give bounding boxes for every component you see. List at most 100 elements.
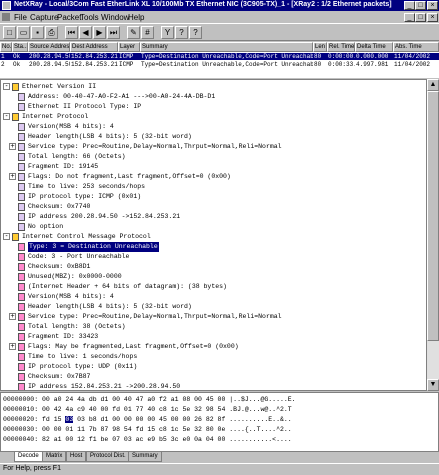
tab-summary[interactable]: Summary: [128, 452, 162, 462]
first-packet-icon[interactable]: ⏮: [65, 26, 78, 39]
tree-node[interactable]: + Flags: May be fragmented,Last fragment,…: [1, 342, 426, 352]
scroll-up-icon[interactable]: ▲: [427, 79, 439, 91]
collapse-icon[interactable]: -: [3, 233, 10, 240]
collapse-icon[interactable]: -: [3, 83, 10, 90]
tree-node[interactable]: IP protocol type: UDP (0x11): [1, 362, 426, 372]
hex-offset: 00000020:: [3, 416, 39, 423]
status-bar: For Help, press F1: [0, 463, 439, 475]
print-icon[interactable]: ⎙: [45, 26, 58, 39]
tree-node[interactable]: No option: [1, 222, 426, 232]
tree-node[interactable]: Type: 3 = Destination Unreachable: [1, 242, 426, 252]
packet-list-header: No. Sta... Source Address Dest Address Layer…: [0, 42, 439, 52]
tree-node[interactable]: Total length: 38 (Octets): [1, 322, 426, 332]
column-header[interactable]: Source Address: [28, 42, 70, 52]
maximize-button[interactable]: □: [415, 1, 426, 10]
tree-node-label: IP address 152.84.253.21 ->200.28.94.50: [28, 383, 181, 390]
column-header[interactable]: Abs. Time: [393, 42, 439, 52]
expand-icon[interactable]: +: [9, 313, 16, 320]
tree-node[interactable]: Header length(LSB 4 bits): 5 (32-bit wor…: [1, 302, 426, 312]
tree-node[interactable]: - Internet Control Message Protocol: [1, 232, 426, 242]
save-icon[interactable]: ▪: [31, 26, 44, 39]
tree-node[interactable]: Header length(LSB 4 bits): 5 (32-bit wor…: [1, 132, 426, 142]
tree-node[interactable]: + Service type: Prec=Routine,Delay=Normal…: [1, 312, 426, 322]
tree-node[interactable]: - Internet Protocol: [1, 112, 426, 122]
tree-node[interactable]: Code: 3 - Port Unreachable: [1, 252, 426, 262]
child-minimize-button[interactable]: _: [404, 13, 415, 22]
menu-capture[interactable]: Capture: [30, 13, 58, 22]
decode-scrollbar[interactable]: ▲ ▼: [427, 79, 439, 391]
document-icon[interactable]: [2, 13, 10, 21]
packet-row[interactable]: 2 Ok 200.28.94.50 152.84.253.21 ICMP Type=Des…: [0, 61, 439, 68]
new-icon[interactable]: □: [3, 26, 16, 39]
tree-node[interactable]: Checksum: 0x7B87: [1, 372, 426, 382]
menu-tools[interactable]: Tools: [80, 13, 99, 22]
column-header[interactable]: No.: [0, 42, 12, 52]
find-icon[interactable]: ?: [175, 26, 188, 39]
menu-help[interactable]: Help: [128, 13, 144, 22]
tree-node-label: Service type: Prec=Routine,Delay=Normal,…: [28, 143, 282, 150]
tree-node[interactable]: Fragment ID: 19145: [1, 162, 426, 172]
tree-node[interactable]: Checksum: 0x7740: [1, 202, 426, 212]
expand-icon[interactable]: +: [9, 143, 16, 150]
tree-node[interactable]: IP address 200.28.94.50 ->152.84.253.21: [1, 212, 426, 222]
column-header[interactable]: Delta Time: [355, 42, 393, 52]
tree-node[interactable]: IP address 152.84.253.21 ->200.28.94.50: [1, 382, 426, 390]
child-close-button[interactable]: ×: [427, 13, 438, 22]
column-header[interactable]: Summary: [140, 42, 313, 52]
tree-node[interactable]: Time to live: 1 seconds/hops: [1, 352, 426, 362]
next-packet-icon[interactable]: ▶: [93, 26, 106, 39]
tree-node[interactable]: Unused(MBZ): 0x0000-0000: [1, 272, 426, 282]
decode-tree[interactable]: - Ethernet Version II Address: 00-40-47-A0…: [0, 79, 427, 391]
tree-node[interactable]: Time to live: 253 seconds/hops: [1, 182, 426, 192]
tree-node[interactable]: Fragment ID: 33423: [1, 332, 426, 342]
packet-list[interactable]: No. Sta... Source Address Dest Address Layer…: [0, 42, 439, 78]
filter-icon[interactable]: Y: [161, 26, 174, 39]
tab-matrix[interactable]: Matrix: [42, 452, 67, 462]
scroll-down-icon[interactable]: ▼: [427, 379, 439, 391]
tree-node-label: Service type: Prec=Routine,Delay=Normal,…: [28, 313, 282, 320]
open-icon[interactable]: ▭: [17, 26, 30, 39]
hex-icon[interactable]: #: [141, 26, 154, 39]
tree-node[interactable]: Ethernet II Protocol Type: IP: [1, 102, 426, 112]
tree-node[interactable]: + Flags: Do not fragment,Last fragment,Of…: [1, 172, 426, 182]
child-restore-button[interactable]: □: [415, 13, 426, 22]
hex-bytes: 00 a0 24 4a db d1 00 40 47 a0 f2 a1 08 0…: [42, 396, 226, 403]
tab-decode[interactable]: Decode: [14, 452, 43, 462]
tree-node[interactable]: - Ethernet Version II: [1, 82, 426, 92]
scroll-thumb[interactable]: [427, 91, 439, 341]
menu-file[interactable]: File: [14, 13, 27, 22]
column-header[interactable]: Layer: [118, 42, 140, 52]
packet-cell-rel: 0:00:33.4: [328, 61, 355, 68]
hex-bytes: 00 00 01 11 7b 87 98 54 fd 15 c8 1c 5e 3…: [42, 426, 226, 433]
tree-node[interactable]: Version(MSB 4 bits): 4: [1, 122, 426, 132]
last-packet-icon[interactable]: ⏭: [107, 26, 120, 39]
tree-node[interactable]: + Service type: Prec=Routine,Delay=Normal…: [1, 142, 426, 152]
tab-protocol-dist[interactable]: Protocol Dist.: [86, 452, 130, 462]
app-icon[interactable]: [2, 1, 11, 10]
decode-icon[interactable]: ✎: [127, 26, 140, 39]
column-header[interactable]: Rel. Time: [327, 42, 355, 52]
tree-node[interactable]: Version(MSB 4 bits): 4: [1, 292, 426, 302]
tree-node[interactable]: Total length: 66 (Octets): [1, 152, 426, 162]
hex-row: 00000040: 82 a1 00 12 f1 be 07 03 ac e9 …: [3, 435, 292, 444]
expand-icon[interactable]: +: [9, 173, 16, 180]
minimize-button[interactable]: _: [404, 1, 415, 10]
close-button[interactable]: ×: [427, 1, 438, 10]
tab-host[interactable]: Host: [66, 452, 87, 462]
help-icon[interactable]: ?: [189, 26, 202, 39]
packet-row[interactable]: 1 Ok 200.28.94.50 152.84.253.21 ICMP Type=Des…: [0, 53, 439, 60]
menu-packet[interactable]: Packet: [57, 13, 81, 22]
tree-node[interactable]: (Internet Header + 64 bits of datagram):…: [1, 282, 426, 292]
column-header[interactable]: Dest Address: [70, 42, 118, 52]
tree-node[interactable]: IP protocol type: ICMP (0x01): [1, 192, 426, 202]
column-header[interactable]: Len: [313, 42, 327, 52]
hex-pane[interactable]: 00000000: 00 a0 24 4a db d1 00 40 47 a0 …: [0, 392, 439, 452]
tree-node[interactable]: Checksum: 0xB8D1: [1, 262, 426, 272]
field-icon: [18, 273, 25, 281]
menu-window[interactable]: Window: [101, 13, 129, 22]
tree-node[interactable]: Address: 00-40-47-A0-F2-A1 --->00-A0-24-…: [1, 92, 426, 102]
expand-icon[interactable]: +: [9, 343, 16, 350]
prev-packet-icon[interactable]: ◀: [79, 26, 92, 39]
collapse-icon[interactable]: -: [3, 113, 10, 120]
column-header[interactable]: Sta...: [12, 42, 28, 52]
